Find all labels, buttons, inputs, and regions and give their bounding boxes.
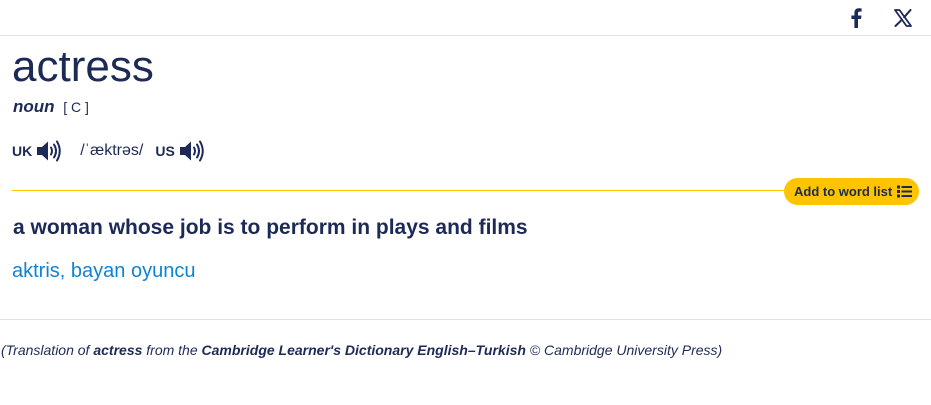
definition: a woman whose job is to perform in plays…: [13, 216, 528, 239]
credit-middle: from the: [142, 342, 202, 358]
us-label: US: [155, 143, 175, 159]
translation-link[interactable]: aktris, bayan oyuncu: [12, 258, 195, 284]
part-of-speech-line: noun [ C ]: [13, 97, 89, 117]
add-to-word-list-button[interactable]: Add to word list: [784, 178, 919, 205]
x-logo-icon: [894, 9, 912, 27]
uk-label: UK: [12, 143, 33, 159]
credit-prefix: (Translation of: [1, 342, 94, 358]
facebook-share-button[interactable]: [846, 6, 866, 30]
facebook-icon: [851, 8, 862, 28]
uk-audio-button[interactable]: [36, 140, 62, 162]
credit-dictionary: Cambridge Learner's Dictionary English–T…: [201, 342, 526, 358]
headword: actress: [12, 42, 154, 91]
x-share-button[interactable]: [891, 6, 915, 30]
speaker-icon: [37, 140, 61, 162]
part-of-speech: noun: [13, 97, 55, 116]
credit-word: actress: [93, 342, 143, 358]
list-icon: [897, 185, 913, 198]
section-divider: [12, 190, 792, 191]
grammar-code: [ C ]: [63, 99, 89, 115]
footer-divider: [0, 319, 931, 320]
us-audio-button[interactable]: [179, 140, 205, 162]
ipa-transcription: /ˈæktrəs/: [80, 142, 144, 159]
pronunciation-row: UK /ˈæktrəs/ US: [12, 138, 205, 164]
add-to-word-list-label: Add to word list: [794, 184, 893, 199]
top-bar: [0, 0, 931, 36]
credit-suffix: © Cambridge University Press): [525, 342, 723, 358]
translation-credit: (Translation of actress from the Cambrid…: [1, 341, 722, 359]
speaker-icon: [179, 140, 204, 162]
